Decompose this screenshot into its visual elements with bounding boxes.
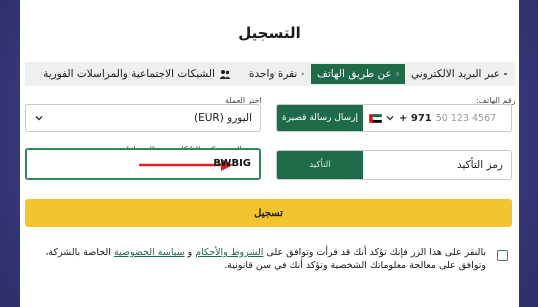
terms-prefix: بالنقر على هذا الزر فإنك تؤكد أنك قد قرأ… — [263, 247, 486, 258]
terms-and: و — [184, 247, 196, 258]
users-icon — [219, 70, 231, 79]
registration-tabs: عبر البريد الالكتروني عن طريق الهاتف نقر… — [25, 62, 515, 86]
terms-link[interactable]: الشروط والأحكام — [195, 247, 263, 258]
chevron-down-icon — [35, 116, 43, 121]
confirm-button[interactable]: التأكيد — [277, 151, 363, 179]
phone-placeholder: 50 123 4567 — [435, 112, 497, 124]
terms-checkbox[interactable] — [497, 250, 508, 261]
tab-one-click[interactable]: نقرة واحدة — [243, 64, 311, 84]
tab-social[interactable]: الشبكات الاجتماعية والمراسلات الفورية — [31, 64, 243, 84]
phone-input[interactable]: + 971 50 123 4567 — [363, 105, 511, 131]
uae-flag-icon — [369, 113, 382, 123]
tab-one-click-label: نقرة واحدة — [249, 68, 298, 80]
email-icon — [504, 73, 507, 75]
chevron-down-icon[interactable] — [385, 113, 395, 123]
tab-email-label: عبر البريد الالكتروني — [411, 68, 501, 80]
promo-code-value: BWBIG — [213, 158, 251, 169]
page-title: التسجيل — [238, 24, 301, 42]
promo-code-input[interactable]: BWBIG — [25, 148, 261, 180]
currency-select[interactable]: اليورو (EUR) — [25, 104, 261, 132]
lightning-icon — [302, 72, 305, 76]
country-code: + 971 — [399, 112, 432, 124]
send-sms-button[interactable]: إرسال رسالة قصيرة — [277, 105, 363, 131]
tab-phone-label: عن طريق الهاتف — [317, 68, 392, 80]
confirmation-field-group: التأكيد رمز التأكيد — [276, 150, 512, 180]
register-button[interactable]: تسجيل — [25, 199, 512, 227]
currency-value: اليورو (EUR) — [193, 112, 252, 124]
phone-icon — [396, 72, 399, 76]
confirmation-code-input[interactable]: رمز التأكيد — [363, 151, 511, 179]
phone-field-group: إرسال رسالة قصيرة + 971 50 123 4567 — [276, 104, 512, 132]
tab-phone[interactable]: عن طريق الهاتف — [311, 64, 405, 84]
terms-text: بالنقر على هذا الزر فإنك تؤكد أنك قد قرأ… — [38, 246, 486, 272]
tab-email[interactable]: عبر البريد الالكتروني — [405, 64, 513, 84]
confirmation-placeholder: رمز التأكيد — [457, 159, 503, 171]
tab-social-label: الشبكات الاجتماعية والمراسلات الفورية — [43, 68, 215, 80]
privacy-link[interactable]: سياسة الخصوصية — [114, 247, 185, 258]
